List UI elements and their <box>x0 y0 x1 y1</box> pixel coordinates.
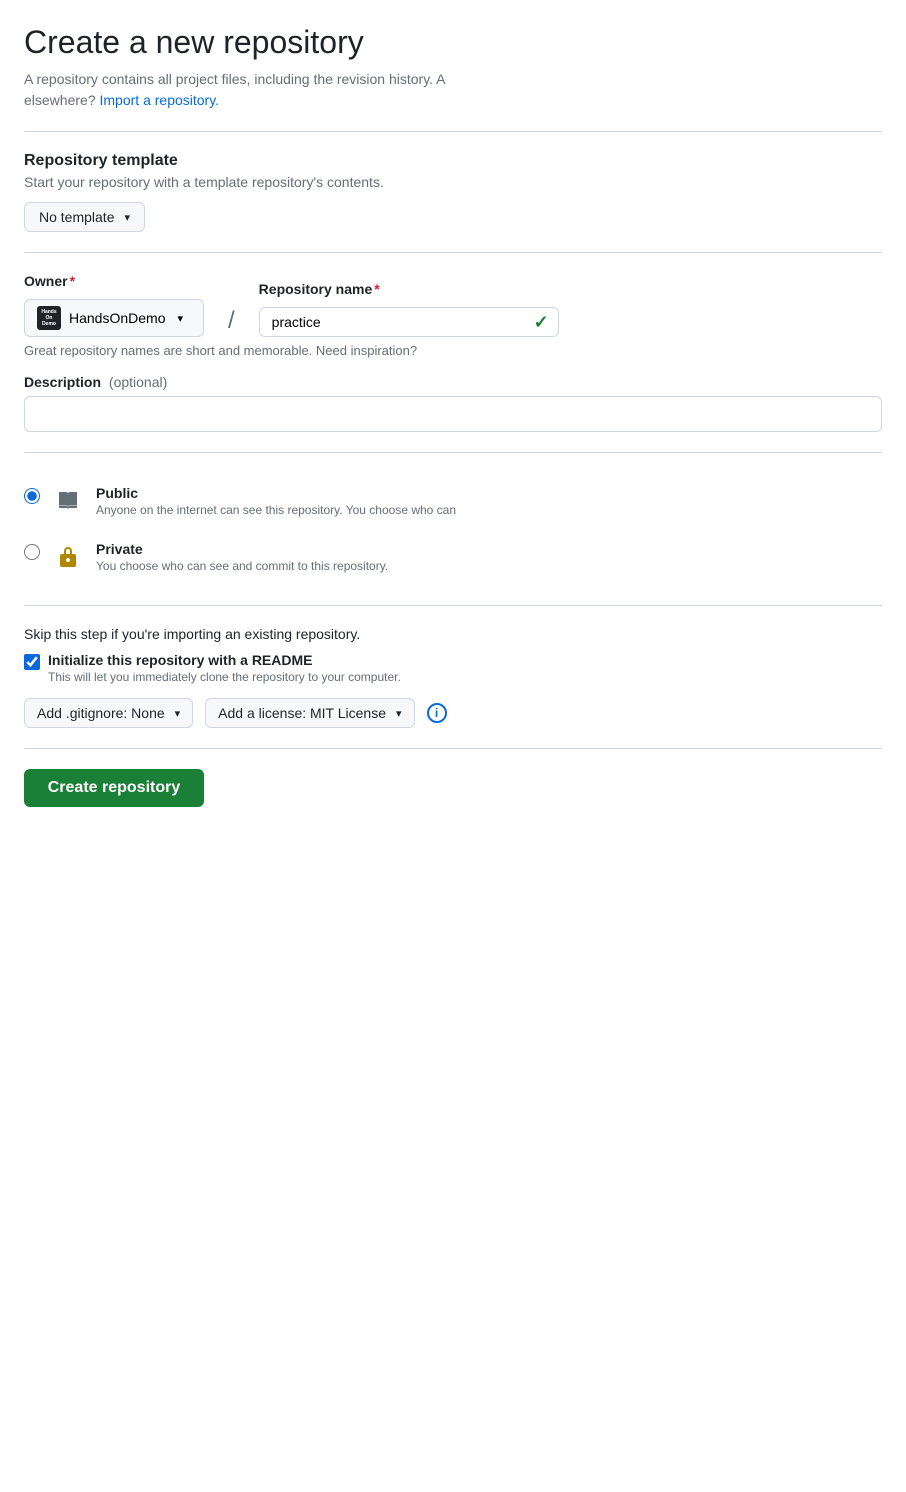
template-label: Repository template <box>24 152 882 170</box>
lock-icon <box>52 541 84 573</box>
book-icon <box>52 485 84 517</box>
template-desc: Start your repository with a template re… <box>24 174 882 190</box>
visibility-section: Public Anyone on the internet can see th… <box>24 473 882 585</box>
readme-label-group: Initialize this repository with a README… <box>48 652 401 684</box>
initialize-section: Skip this step if you're importing an ex… <box>24 626 882 728</box>
owner-avatar: Hands On Demo <box>37 306 61 330</box>
owner-select-button[interactable]: Hands On Demo HandsOnDemo ▾ <box>24 299 204 337</box>
divider-4 <box>24 605 882 606</box>
owner-name: HandsOnDemo <box>69 310 166 326</box>
repo-name-field-group: Repository name* ✓ <box>259 281 559 337</box>
public-option[interactable]: Public Anyone on the internet can see th… <box>24 473 882 529</box>
license-label: Add a license: MIT License <box>218 705 386 721</box>
private-desc: You choose who can see and commit to thi… <box>96 559 388 573</box>
path-separator: / <box>220 307 243 335</box>
repo-name-label: Repository name* <box>259 281 559 297</box>
create-button-label: Create repository <box>48 779 181 797</box>
public-radio[interactable] <box>24 488 40 504</box>
optional-label: (optional) <box>109 374 167 390</box>
chevron-down-icon: ▾ <box>124 211 130 224</box>
gitignore-button[interactable]: Add .gitignore: None ▾ <box>24 698 193 728</box>
owner-required-star: * <box>70 273 75 289</box>
private-option[interactable]: Private You choose who can see and commi… <box>24 529 882 585</box>
readme-checkbox[interactable] <box>24 654 40 670</box>
divider-5 <box>24 748 882 749</box>
license-chevron-icon: ▾ <box>396 707 402 720</box>
repo-name-input[interactable] <box>259 307 559 337</box>
repo-name-hint: Great repository names are short and mem… <box>24 343 882 358</box>
gitignore-chevron-icon: ▾ <box>175 707 181 720</box>
create-repository-button[interactable]: Create repository <box>24 769 204 807</box>
template-section: Repository template Start your repositor… <box>24 152 882 232</box>
description-label: Description (optional) <box>24 374 882 390</box>
private-radio[interactable] <box>24 544 40 560</box>
info-icon[interactable]: i <box>427 703 447 723</box>
readme-desc: This will let you immediately clone the … <box>48 670 401 684</box>
template-button[interactable]: No template ▾ <box>24 202 145 232</box>
divider-3 <box>24 452 882 453</box>
checkmark-icon: ✓ <box>534 312 549 333</box>
import-link[interactable]: Import a repository. <box>100 92 220 108</box>
readme-title: Initialize this repository with a README <box>48 652 401 668</box>
repo-required-star: * <box>374 281 379 297</box>
page-title: Create a new repository <box>24 24 882 61</box>
repo-name-input-wrapper: ✓ <box>259 307 559 337</box>
description-input[interactable] <box>24 396 882 432</box>
divider-1 <box>24 131 882 132</box>
private-title: Private <box>96 541 388 557</box>
extras-row: Add .gitignore: None ▾ Add a license: MI… <box>24 698 882 728</box>
gitignore-label: Add .gitignore: None <box>37 705 165 721</box>
private-text-group: Private You choose who can see and commi… <box>96 541 388 573</box>
public-text-group: Public Anyone on the internet can see th… <box>96 485 456 517</box>
template-button-label: No template <box>39 209 114 225</box>
divider-2 <box>24 252 882 253</box>
owner-repo-row: Owner* Hands On Demo HandsOnDemo ▾ / Rep… <box>24 273 882 337</box>
owner-field-group: Owner* Hands On Demo HandsOnDemo ▾ <box>24 273 204 337</box>
public-desc: Anyone on the internet can see this repo… <box>96 503 456 517</box>
description-section: Description (optional) <box>24 374 882 432</box>
owner-chevron-icon: ▾ <box>178 312 184 325</box>
owner-label: Owner* <box>24 273 204 289</box>
readme-checkbox-row: Initialize this repository with a README… <box>24 652 882 684</box>
public-title: Public <box>96 485 456 501</box>
license-button[interactable]: Add a license: MIT License ▾ <box>205 698 414 728</box>
skip-text: Skip this step if you're importing an ex… <box>24 626 882 642</box>
page-subtitle: A repository contains all project files,… <box>24 69 882 111</box>
